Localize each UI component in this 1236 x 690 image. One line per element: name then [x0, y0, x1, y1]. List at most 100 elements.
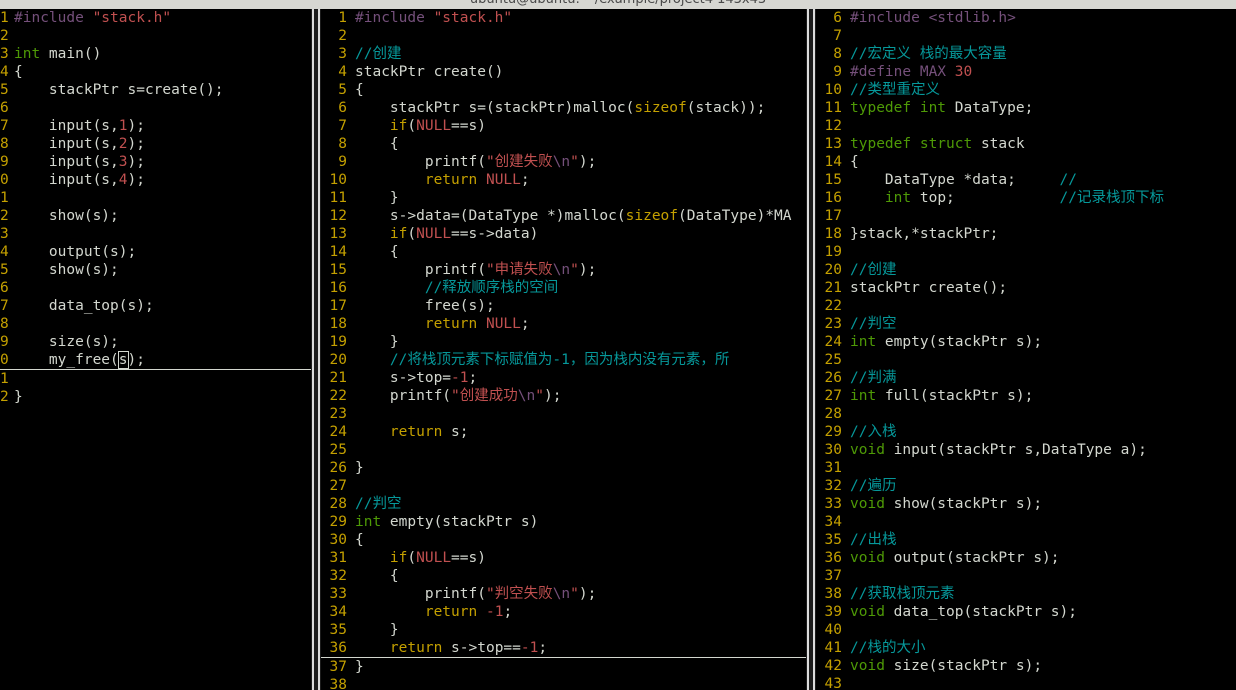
code-line[interactable]: 2	[321, 27, 806, 45]
code-line[interactable]: 1	[0, 189, 311, 207]
code-line[interactable]: 1 #include "stack.h"	[321, 9, 806, 27]
code-line[interactable]: 34	[816, 513, 1236, 531]
code-line[interactable]: 25	[321, 441, 806, 459]
code-line[interactable]: 34 return -1;	[321, 603, 806, 621]
code-line[interactable]: 26}	[321, 459, 806, 477]
code-line[interactable]: 0 my_free(s);	[0, 351, 311, 370]
code-line[interactable]: 37	[816, 567, 1236, 585]
code-line[interactable]: 30 {	[321, 531, 806, 549]
code-line[interactable]: 0 input(s,4);	[0, 171, 311, 189]
code-line[interactable]: 31	[816, 459, 1236, 477]
code-line[interactable]: 15 printf("申请失败\n");	[321, 261, 806, 279]
code-line[interactable]: 36 void output(stackPtr s);	[816, 549, 1236, 567]
code-line[interactable]: 1	[0, 370, 311, 388]
code-line[interactable]: 32 {	[321, 567, 806, 585]
code-line[interactable]: 1 #include "stack.h"	[0, 9, 311, 27]
editor-pane-main-c[interactable]: 1 #include "stack.h" 2 3 int main() 4{5 stack…	[0, 9, 311, 690]
code-line[interactable]: 35 }	[321, 621, 806, 639]
code-line[interactable]: 41 //栈的大小	[816, 639, 1236, 657]
code-line[interactable]: 33 void show(stackPtr s);	[816, 495, 1236, 513]
code-line[interactable]: 11 }	[321, 189, 806, 207]
code-line[interactable]: 27	[321, 477, 806, 495]
code-line[interactable]: 22	[816, 297, 1236, 315]
code-line[interactable]: 17	[816, 207, 1236, 225]
editor-pane-stack-c[interactable]: 1 #include "stack.h" 2 3//创建 4 stackPtr creat…	[321, 9, 806, 690]
code-line[interactable]: 6	[0, 99, 311, 117]
code-line[interactable]: 8 {	[321, 135, 806, 153]
code-line[interactable]: 11 typedef int DataType;	[816, 99, 1236, 117]
code-line[interactable]: 35 //出栈	[816, 531, 1236, 549]
code-line[interactable]: 42 void size(stackPtr s);	[816, 657, 1236, 675]
code-line[interactable]: 20 //将栈顶元素下标赋值为-1，因为栈内没有元素，所	[321, 351, 806, 369]
code-line[interactable]: 33 printf("判空失败\n");	[321, 585, 806, 603]
code-line[interactable]: 3 //创建	[321, 45, 806, 63]
code-line[interactable]: 7 if(NULL==s)	[321, 117, 806, 135]
code-line[interactable]: 19	[816, 243, 1236, 261]
code-line[interactable]: 37}	[321, 658, 806, 676]
code-line[interactable]: 24 int empty(stackPtr s);	[816, 333, 1236, 351]
code-line[interactable]: 4 stackPtr create()	[321, 63, 806, 81]
code-line[interactable]: 9 printf("创建失败\n");	[321, 153, 806, 171]
code-line[interactable]: 12	[816, 117, 1236, 135]
code-line[interactable]: 28 //判空	[321, 495, 806, 513]
code-line[interactable]: 7	[816, 27, 1236, 45]
code-line[interactable]: 13 typedef struct stack	[816, 135, 1236, 153]
code-line[interactable]: 22 printf("创建成功\n");	[321, 387, 806, 405]
code-line[interactable]: 18}stack,*stackPtr;	[816, 225, 1236, 243]
code-line[interactable]: 29 int empty(stackPtr s)	[321, 513, 806, 531]
code-line[interactable]: 4 output(s);	[0, 243, 311, 261]
code-line[interactable]: 6	[0, 279, 311, 297]
code-line[interactable]: 26 //判满	[816, 369, 1236, 387]
code-line[interactable]: 31 if(NULL==s)	[321, 549, 806, 567]
code-line[interactable]: 43	[816, 675, 1236, 690]
code-line[interactable]: 30 void input(stackPtr s,DataType a);	[816, 441, 1236, 459]
code-line[interactable]: 7 data_top(s);	[0, 297, 311, 315]
code-line[interactable]: 21 stackPtr create();	[816, 279, 1236, 297]
code-line[interactable]: 8	[0, 315, 311, 333]
code-line[interactable]: 10 return NULL;	[321, 171, 806, 189]
code-line[interactable]: 40	[816, 621, 1236, 639]
code-line[interactable]: 9 size(s);	[0, 333, 311, 351]
code-line[interactable]: 3	[0, 225, 311, 243]
code-line[interactable]: 16 int top; //记录栈顶下标	[816, 189, 1236, 207]
code-line[interactable]: 23	[321, 405, 806, 423]
code-line[interactable]: 6 stackPtr s=(stackPtr)malloc(sizeof(sta…	[321, 99, 806, 117]
code-line[interactable]: 36 return s->top==-1;	[321, 639, 806, 658]
code-line[interactable]: 5 show(s);	[0, 261, 311, 279]
code-line[interactable]: 9 #define MAX 30	[816, 63, 1236, 81]
code-line[interactable]: 8 //宏定义 栈的最大容量	[816, 45, 1236, 63]
code-line[interactable]: 7 input(s,1);	[0, 117, 311, 135]
window-titlebar[interactable]: ubuntu@ubuntu: ~/example/project4 143x43	[0, 0, 1236, 9]
code-line[interactable]: 5 stackPtr s=create();	[0, 81, 311, 99]
code-line[interactable]: 28	[816, 405, 1236, 423]
code-line[interactable]: 19 }	[321, 333, 806, 351]
code-line[interactable]: 29 //入栈	[816, 423, 1236, 441]
vertical-split-divider[interactable]	[311, 9, 321, 690]
code-line[interactable]: 4{	[0, 63, 311, 81]
code-line[interactable]: 2	[0, 27, 311, 45]
code-line[interactable]: 14 {	[816, 153, 1236, 171]
code-line[interactable]: 6 #include <stdlib.h>	[816, 9, 1236, 27]
code-line[interactable]: 18 return NULL;	[321, 315, 806, 333]
code-line[interactable]: 16 //释放顺序栈的空间	[321, 279, 806, 297]
code-line[interactable]: 17 free(s);	[321, 297, 806, 315]
code-line[interactable]: 15 DataType *data; //	[816, 171, 1236, 189]
code-line[interactable]: 24 return s;	[321, 423, 806, 441]
code-line[interactable]: 13 if(NULL==s->data)	[321, 225, 806, 243]
code-line[interactable]: 12 s->data=(DataType *)malloc(sizeof(Dat…	[321, 207, 806, 225]
code-line[interactable]: 23 //判空	[816, 315, 1236, 333]
code-line[interactable]: 2 show(s);	[0, 207, 311, 225]
code-line[interactable]: 5{	[321, 81, 806, 99]
vertical-split-divider[interactable]	[806, 9, 816, 690]
code-line[interactable]: 14 {	[321, 243, 806, 261]
code-line[interactable]: 9 input(s,3);	[0, 153, 311, 171]
code-line[interactable]: 10 //类型重定义	[816, 81, 1236, 99]
code-line[interactable]: 38	[321, 676, 806, 690]
editor-pane-stack-h[interactable]: 6 #include <stdlib.h> 7 8 //宏定义 栈的最大容量 9 #defi…	[816, 9, 1236, 690]
code-line[interactable]: 20 //创建	[816, 261, 1236, 279]
code-line[interactable]: 8 input(s,2);	[0, 135, 311, 153]
code-line[interactable]: 21 s->top=-1;	[321, 369, 806, 387]
code-line[interactable]: 27 int full(stackPtr s);	[816, 387, 1236, 405]
code-line[interactable]: 32 //遍历	[816, 477, 1236, 495]
code-line[interactable]: 3 int main()	[0, 45, 311, 63]
